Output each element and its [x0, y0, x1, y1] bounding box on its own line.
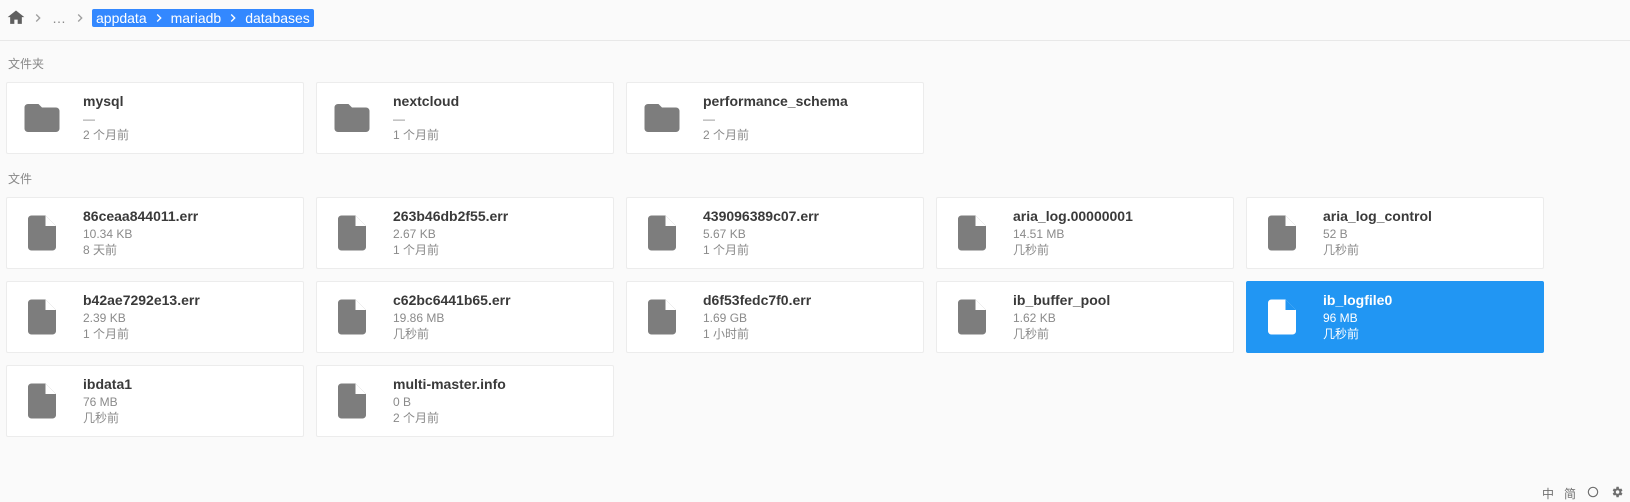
- breadcrumb-ellipsis[interactable]: …: [50, 10, 68, 26]
- tray-icon[interactable]: [1610, 485, 1624, 502]
- folder-card[interactable]: nextcloud —1 个月前: [316, 82, 614, 154]
- file-time: 几秒前: [1323, 242, 1529, 258]
- folders-grid: mysql—2 个月前nextcloud—1 个月前performance_sc…: [0, 82, 1630, 164]
- file-card[interactable]: aria_log_control 52 B几秒前: [1246, 197, 1544, 269]
- file-name: b42ae7292e13.err: [83, 292, 289, 308]
- divider: [0, 40, 1630, 41]
- folder-time: 2 个月前: [703, 127, 909, 143]
- file-size: 2.67 KB: [393, 226, 599, 242]
- folder-name: mysql: [83, 93, 289, 109]
- folder-size: —: [703, 111, 909, 127]
- home-icon[interactable]: [6, 8, 26, 28]
- file-card[interactable]: 439096389c07.err 5.67 KB1 个月前: [626, 197, 924, 269]
- breadcrumb-highlighted: appdata mariadb databases: [92, 9, 314, 27]
- file-time: 几秒前: [393, 326, 599, 342]
- file-size: 19.86 MB: [393, 310, 599, 326]
- ime-charset[interactable]: 简: [1564, 485, 1576, 502]
- file-card[interactable]: c62bc6441b65.err 19.86 MB几秒前: [316, 281, 614, 353]
- file-icon: [21, 380, 69, 422]
- file-card[interactable]: 86ceaa844011.err 10.34 KB8 天前: [6, 197, 304, 269]
- file-name: 263b46db2f55.err: [393, 208, 599, 224]
- folder-name: performance_schema: [703, 93, 909, 109]
- file-icon: [331, 212, 379, 254]
- file-icon: [641, 296, 689, 338]
- file-size: 5.67 KB: [703, 226, 909, 242]
- file-size: 14.51 MB: [1013, 226, 1219, 242]
- ime-indicator[interactable]: 中: [1542, 485, 1554, 502]
- file-name: 439096389c07.err: [703, 208, 909, 224]
- folder-card[interactable]: mysql —2 个月前: [6, 82, 304, 154]
- file-time: 几秒前: [1013, 326, 1219, 342]
- folder-time: 1 个月前: [393, 127, 599, 143]
- folder-size: —: [83, 111, 289, 127]
- file-size: 1.62 KB: [1013, 310, 1219, 326]
- file-time: 1 小时前: [703, 326, 909, 342]
- file-card[interactable]: b42ae7292e13.err 2.39 KB1 个月前: [6, 281, 304, 353]
- file-icon: [331, 296, 379, 338]
- file-name: ibdata1: [83, 376, 289, 392]
- file-time: 几秒前: [1323, 326, 1529, 342]
- file-icon: [641, 212, 689, 254]
- files-heading: 文件: [0, 164, 1630, 197]
- file-icon: [21, 296, 69, 338]
- file-name: ib_buffer_pool: [1013, 292, 1219, 308]
- folder-size: —: [393, 111, 599, 127]
- file-icon: [21, 212, 69, 254]
- file-card[interactable]: 263b46db2f55.err 2.67 KB1 个月前: [316, 197, 614, 269]
- file-time: 几秒前: [83, 410, 289, 426]
- file-time: 1 个月前: [703, 242, 909, 258]
- folders-heading: 文件夹: [0, 49, 1630, 82]
- files-grid: 86ceaa844011.err 10.34 KB8 天前 263b46db2f55…: [0, 197, 1630, 447]
- folder-name: nextcloud: [393, 93, 599, 109]
- file-icon: [331, 380, 379, 422]
- file-card[interactable]: multi-master.info 0 B2 个月前: [316, 365, 614, 437]
- file-size: 76 MB: [83, 394, 289, 410]
- file-time: 2 个月前: [393, 410, 599, 426]
- file-name: aria_log.00000001: [1013, 208, 1219, 224]
- file-icon: [951, 212, 999, 254]
- file-size: 2.39 KB: [83, 310, 289, 326]
- file-name: d6f53fedc7f0.err: [703, 292, 909, 308]
- breadcrumb-seg-appdata[interactable]: appdata: [92, 9, 151, 27]
- file-name: c62bc6441b65.err: [393, 292, 599, 308]
- file-size: 10.34 KB: [83, 226, 289, 242]
- folder-card[interactable]: performance_schema —2 个月前: [626, 82, 924, 154]
- tray-icon[interactable]: [1586, 485, 1600, 502]
- breadcrumb: … appdata mariadb databases: [0, 0, 1630, 36]
- file-time: 几秒前: [1013, 242, 1219, 258]
- chevron-right-icon: [151, 9, 167, 27]
- chevron-right-icon: [225, 9, 241, 27]
- file-name: ib_logfile0: [1323, 292, 1529, 308]
- system-tray: 中 简: [1542, 484, 1624, 502]
- breadcrumb-seg-databases[interactable]: databases: [241, 9, 314, 27]
- file-size: 0 B: [393, 394, 599, 410]
- file-card[interactable]: ib_buffer_pool 1.62 KB几秒前: [936, 281, 1234, 353]
- file-name: aria_log_control: [1323, 208, 1529, 224]
- file-icon: [1261, 212, 1309, 254]
- breadcrumb-seg-mariadb[interactable]: mariadb: [167, 9, 226, 27]
- folder-time: 2 个月前: [83, 127, 289, 143]
- file-icon: [1261, 296, 1309, 338]
- file-card[interactable]: d6f53fedc7f0.err 1.69 GB1 小时前: [626, 281, 924, 353]
- folder-icon: [21, 97, 69, 139]
- file-card[interactable]: ib_logfile0 96 MB几秒前: [1246, 281, 1544, 353]
- file-time: 8 天前: [83, 242, 289, 258]
- file-size: 96 MB: [1323, 310, 1529, 326]
- folder-icon: [331, 97, 379, 139]
- file-card[interactable]: ibdata1 76 MB几秒前: [6, 365, 304, 437]
- file-icon: [951, 296, 999, 338]
- file-size: 52 B: [1323, 226, 1529, 242]
- chevron-right-icon: [30, 10, 46, 26]
- file-size: 1.69 GB: [703, 310, 909, 326]
- file-time: 1 个月前: [393, 242, 599, 258]
- file-card[interactable]: aria_log.00000001 14.51 MB几秒前: [936, 197, 1234, 269]
- file-name: 86ceaa844011.err: [83, 208, 289, 224]
- chevron-right-icon: [72, 10, 88, 26]
- file-time: 1 个月前: [83, 326, 289, 342]
- folder-icon: [641, 97, 689, 139]
- file-name: multi-master.info: [393, 376, 599, 392]
